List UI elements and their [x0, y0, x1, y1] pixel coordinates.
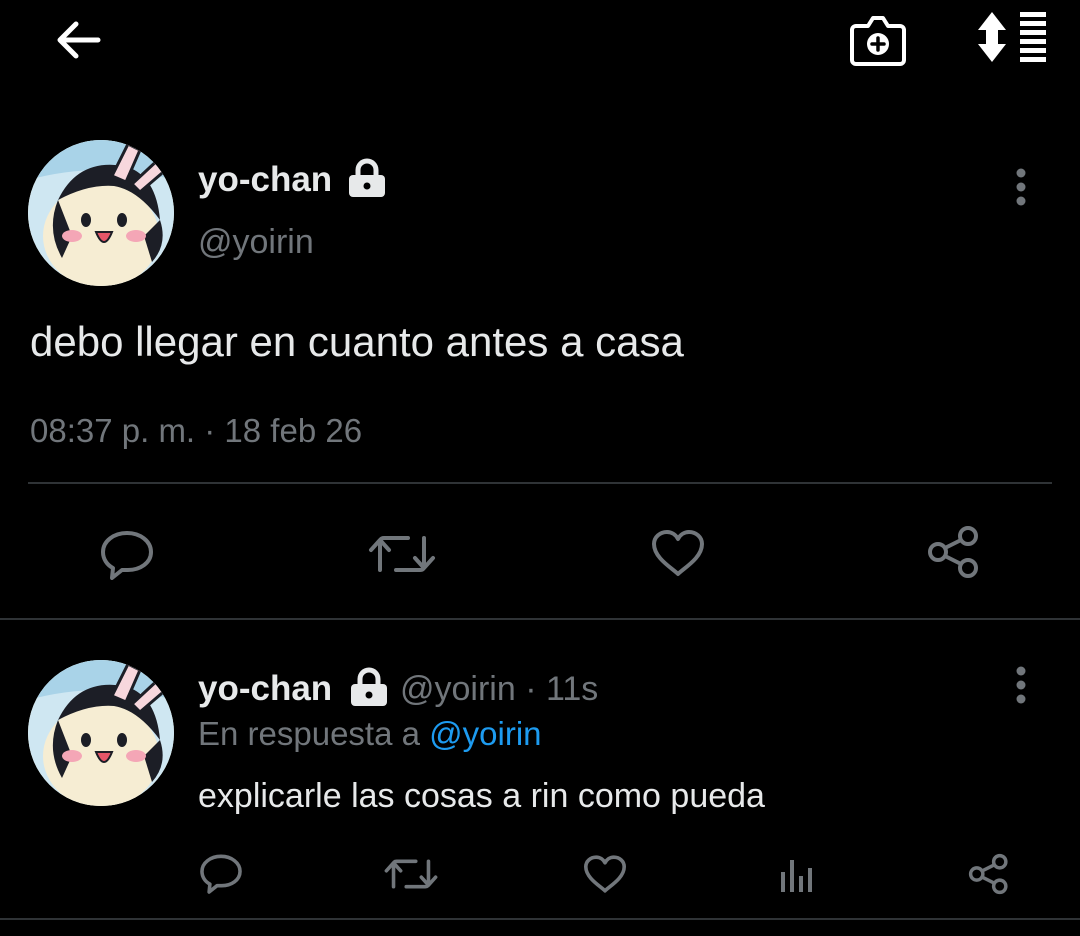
display-name[interactable]: yo-chan: [198, 160, 332, 200]
reply-to-line: En respuesta a @yoirin: [198, 714, 542, 754]
tweet-text: debo llegar en cuanto antes a casa: [30, 318, 684, 365]
analytics-icon[interactable]: [778, 856, 816, 894]
back-arrow-icon[interactable]: [52, 18, 104, 62]
like-icon[interactable]: [650, 528, 706, 578]
share-icon[interactable]: [966, 852, 1012, 896]
user-handle[interactable]: @yoirin: [198, 222, 314, 262]
avatar[interactable]: [28, 660, 174, 806]
user-handle-time[interactable]: @yoirin · 11s: [400, 669, 598, 709]
reply-to-label: En respuesta a: [198, 715, 430, 752]
tweet-timestamp: 08:37 p. m. · 18 feb 26: [30, 412, 363, 449]
section-divider: [0, 618, 1080, 620]
avatar[interactable]: [28, 140, 174, 286]
more-options-icon[interactable]: [1010, 168, 1032, 213]
retweet-icon[interactable]: [368, 530, 436, 578]
sort-list-icon[interactable]: [976, 10, 1048, 64]
like-icon[interactable]: [582, 854, 628, 894]
mention-link[interactable]: @yoirin: [429, 715, 541, 752]
tweet-text: explicarle las cosas a rin como pueda: [198, 777, 765, 815]
share-icon[interactable]: [924, 524, 984, 580]
lock-icon: [346, 158, 388, 203]
retweet-icon[interactable]: [384, 854, 438, 894]
reply-icon[interactable]: [98, 528, 156, 580]
more-options-icon[interactable]: [1010, 666, 1032, 711]
reply-icon[interactable]: [198, 852, 244, 894]
lock-icon: [348, 667, 390, 712]
divider: [28, 482, 1052, 484]
camera-add-icon[interactable]: [848, 12, 908, 66]
section-divider: [0, 918, 1080, 920]
display-name[interactable]: yo-chan: [198, 669, 332, 709]
